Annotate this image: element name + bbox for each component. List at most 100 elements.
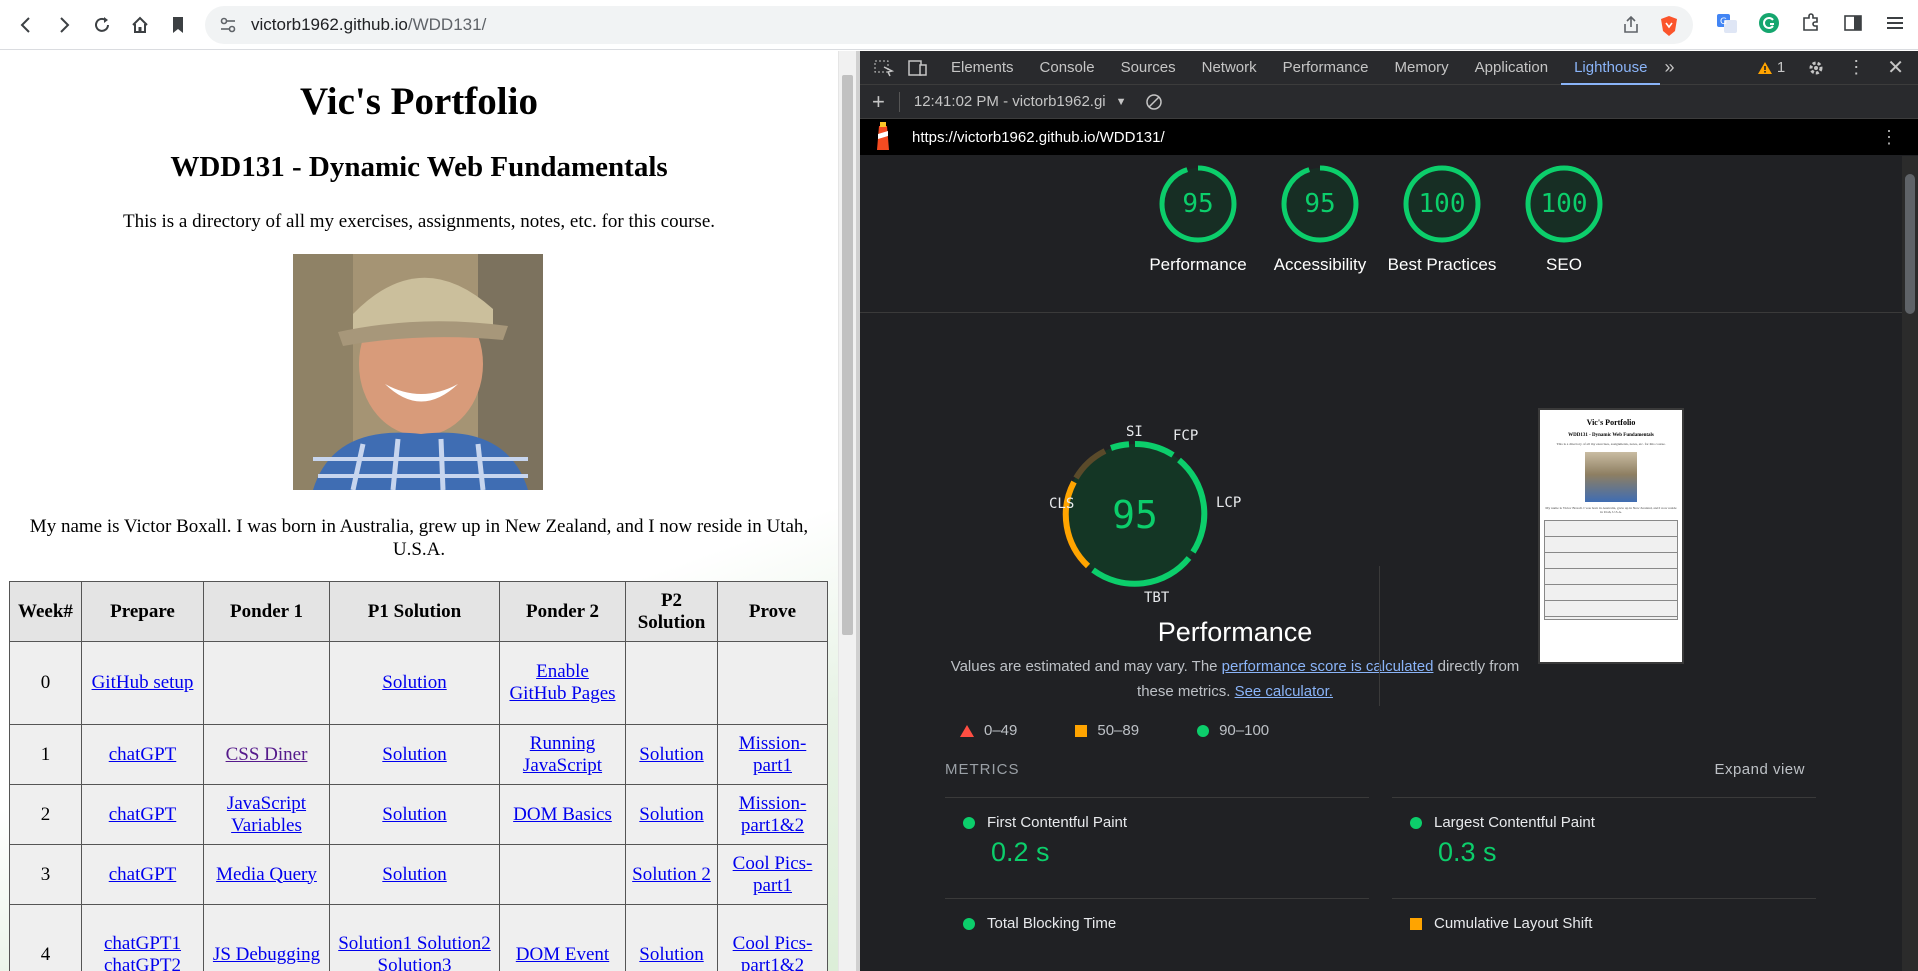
empty-cell [499,844,626,905]
link[interactable]: Cool Pics-part1 [733,853,813,896]
tab-memory[interactable]: Memory [1382,51,1462,85]
intro-text: This is a directory of all my exercises,… [122,211,715,232]
link[interactable]: Mission-part1 [739,733,807,776]
link[interactable]: Solution1 Solution2 Solution3 [338,933,491,971]
gauge-accessibility[interactable]: 95 Accessibility [1274,164,1366,277]
gauge-ring: 100 [1402,164,1482,244]
link[interactable]: chatGPT [109,864,177,885]
final-screenshot-thumbnail[interactable]: Vic's Portfolio WDD131 - Dynamic Web Fun… [1538,408,1684,664]
metrics-header: METRICS Expand view [945,761,1805,778]
browser-menu-icon[interactable] [1880,8,1910,38]
scrollbar-thumb[interactable] [842,75,853,635]
address-bar[interactable]: victorb1962.github.io/WDD131/ [205,6,1693,44]
gauge-score: 95 [1304,189,1336,219]
more-tabs-icon[interactable]: » [1664,57,1674,78]
gauge-label: SEO [1546,255,1582,274]
gauge-performance[interactable]: 95 Performance [1149,164,1247,277]
report-url[interactable]: https://victorb1962.github.io/WDD131/ [912,129,1165,146]
new-report-icon[interactable]: + [872,89,885,115]
link[interactable]: DOM Basics [513,804,612,825]
toolbar-divider [898,91,900,112]
settings-gear-icon[interactable] [1807,59,1825,77]
gauge-score: 100 [1540,189,1588,219]
sidebar-toggle-icon[interactable] [1838,8,1868,38]
link[interactable]: Solution [639,744,703,765]
link[interactable]: Cool Pics-part1&2 [733,933,813,971]
gauge-best-practices[interactable]: 100 Best Practices [1388,164,1496,277]
tab-elements[interactable]: Elements [938,51,1027,85]
link[interactable]: Solution [382,672,446,693]
link[interactable]: Media Query [216,864,317,885]
report-scrollbar[interactable] [1902,156,1918,971]
report-select-value: 12:41:02 PM - victorb1962.gi [913,93,1106,110]
bookmark-icon[interactable] [160,7,196,43]
link[interactable]: JavaScript Variables [227,793,306,836]
metrics-heading: METRICS [945,761,1020,778]
score-gauges: 95 Performance 95 Accessibility 100 Best… [860,164,1902,277]
metric-name: Total Blocking Time [987,915,1117,932]
grammarly-extension-icon[interactable] [1754,8,1784,38]
see-calculator-link[interactable]: See calculator. [1235,683,1333,700]
perf-description: Values are estimated and may vary. The p… [950,654,1520,704]
link[interactable]: DOM Event [516,944,609,965]
table-row: 1 chatGPT CSS Diner Solution Running Jav… [9,724,828,785]
metric-lcp: Largest Contentful Paint 0.3 s [1392,797,1816,868]
page-scrollbar[interactable] [838,51,856,971]
link[interactable]: CSS Diner [226,744,308,765]
brave-shield-icon[interactable] [1659,15,1679,37]
link[interactable]: GitHub setup [92,672,194,693]
link[interactable]: Solution [382,804,446,825]
inspect-element-icon[interactable] [872,58,896,78]
tab-lighthouse[interactable]: Lighthouse [1561,51,1661,85]
gauge-label-si: SI [1126,424,1143,440]
tab-console[interactable]: Console [1027,51,1108,85]
report-select[interactable]: 12:41:02 PM - victorb1962.gi ▼ [914,93,1127,110]
kebab-menu-icon[interactable]: ⋮ [1847,57,1865,78]
col-header: Ponder 1 [203,581,330,642]
link[interactable]: Solution 2 [632,864,711,885]
link[interactable]: chatGPT1 chatGPT2 [104,933,181,971]
average-square-icon [1410,917,1422,930]
share-icon[interactable] [1621,15,1641,35]
link[interactable]: Solution [639,804,703,825]
report-menu-icon[interactable]: ⋮ [1880,127,1898,148]
site-info-icon[interactable] [219,16,237,34]
link[interactable]: Solution [382,864,446,885]
tab-network[interactable]: Network [1189,51,1270,85]
triangle-icon [960,724,974,737]
close-devtools-icon[interactable]: ✕ [1887,55,1904,80]
tab-sources[interactable]: Sources [1108,51,1189,85]
reload-icon[interactable] [84,7,120,43]
back-icon[interactable] [8,7,44,43]
profile-photo [293,254,543,490]
translate-extension-icon[interactable]: G [1712,8,1742,38]
extensions-puzzle-icon[interactable] [1796,8,1826,38]
expand-view-button[interactable]: Expand view [1714,761,1805,778]
forward-icon[interactable] [46,7,82,43]
tab-application[interactable]: Application [1462,51,1561,85]
home-icon[interactable] [122,7,158,43]
link[interactable]: chatGPT [109,744,177,765]
link[interactable]: Enable GitHub Pages [509,661,615,704]
score-calculated-link[interactable]: performance score is calculated [1222,658,1434,675]
tab-performance[interactable]: Performance [1270,51,1382,85]
link[interactable]: Solution [382,744,446,765]
thumb-bio: My name is Victor Boxall. I was born in … [1545,506,1677,514]
clear-report-icon[interactable] [1145,93,1163,111]
link[interactable]: Solution [639,944,703,965]
scrollbar-thumb[interactable] [1905,174,1915,314]
link[interactable]: Running JavaScript [523,733,602,776]
pass-dot-icon [963,816,975,829]
metric-name: First Contentful Paint [987,814,1128,831]
si-segment [1110,441,1130,451]
warnings-indicator[interactable]: 1 [1757,59,1785,76]
gauge-seo[interactable]: 100 SEO [1524,164,1604,277]
section-divider [860,312,1902,313]
link[interactable]: Mission-part1&2 [739,793,807,836]
metric-value: 0.2 s [991,837,1050,867]
devtools-tabbar: Elements Console Sources Network Perform… [860,51,1918,85]
perf-gauge-title: Performance [1157,617,1313,647]
device-toolbar-icon[interactable] [906,58,930,78]
link[interactable]: chatGPT [109,804,177,825]
link[interactable]: JS Debugging [213,944,320,965]
